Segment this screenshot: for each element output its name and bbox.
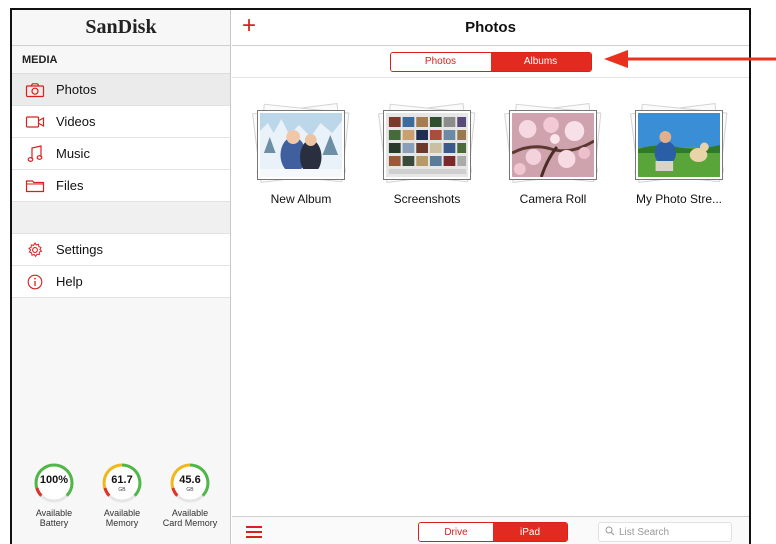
sidebar: SanDisk MEDIA Photos Videos Music Files (12, 10, 231, 544)
album-screenshots[interactable]: Screenshots (367, 103, 487, 206)
source-toggle: Drive iPad (418, 522, 568, 542)
music-note-icon (24, 144, 46, 163)
album-label: Screenshots (393, 192, 461, 206)
page-title: Photos (465, 19, 516, 36)
hamburger-menu-icon[interactable] (246, 526, 262, 538)
memory-unit: GB (118, 487, 126, 493)
annotation-arrow-icon (604, 50, 776, 68)
gear-icon (24, 241, 46, 259)
card-memory-value: 45.6 (179, 474, 201, 486)
card-memory-label: Available Card Memory (162, 508, 218, 528)
tab-albums[interactable]: Albums (490, 52, 591, 71)
album-my-photo-stream[interactable]: My Photo Stre... (619, 103, 739, 206)
sidebar-spacer (12, 202, 230, 234)
sidebar-item-files[interactable]: Files (12, 170, 230, 202)
tab-ipad[interactable]: iPad (493, 523, 567, 541)
sidebar-item-settings[interactable]: Settings (12, 234, 230, 266)
sidebar-item-videos[interactable]: Videos (12, 106, 230, 138)
sidebar-item-label: Help (56, 274, 83, 289)
sidebar-item-label: Music (56, 146, 90, 161)
album-label: Camera Roll (519, 192, 587, 206)
camera-icon (24, 81, 46, 99)
view-toggle: Photos Albums (389, 51, 592, 72)
sidebar-item-photos[interactable]: Photos (12, 74, 230, 106)
folder-icon (24, 177, 46, 195)
album-grid: New Album Screenshots Camera Roll My Pho… (232, 103, 749, 216)
album-thumbnail (378, 103, 476, 184)
sidebar-item-help[interactable]: Help (12, 266, 230, 298)
sidebar-item-label: Files (56, 178, 84, 193)
top-bar: + Photos (232, 10, 749, 46)
album-label: My Photo Stre... (635, 192, 723, 206)
battery-value: 100% (39, 474, 69, 486)
card-memory-unit: GB (186, 487, 194, 493)
search-icon (605, 526, 615, 539)
main-panel: + Photos Photos Albums New Album Screens… (232, 10, 749, 544)
storage-gauges: 100% Available Battery 61.7 GB Available M… (12, 462, 231, 544)
bottom-bar: Drive iPad List Search (232, 516, 749, 544)
search-placeholder: List Search (619, 526, 670, 538)
sidebar-item-label: Settings (56, 242, 103, 257)
battery-gauge: 100% Available Battery (24, 462, 84, 528)
sidebar-item-label: Photos (56, 82, 97, 97)
album-camera-roll[interactable]: Camera Roll (493, 103, 613, 206)
video-icon (24, 113, 46, 131)
tab-drive[interactable]: Drive (419, 523, 493, 541)
battery-label: Available Battery (35, 508, 73, 528)
sidebar-item-music[interactable]: Music (12, 138, 230, 170)
list-search-input[interactable]: List Search (598, 522, 732, 542)
memory-value: 61.7 (111, 474, 133, 486)
album-thumbnail (630, 103, 728, 184)
album-label: New Album (270, 192, 332, 206)
memory-gauge: 61.7 GB Available Memory (92, 462, 152, 528)
memory-label: Available Memory (103, 508, 141, 528)
album-thumbnail (252, 103, 350, 184)
card-memory-gauge: 45.6 GB Available Card Memory (160, 462, 220, 528)
plus-icon[interactable]: + (242, 14, 256, 38)
sidebar-item-label: Videos (56, 114, 96, 129)
app-window: SanDisk MEDIA Photos Videos Music Files (10, 8, 751, 544)
media-section-header: MEDIA (12, 46, 230, 74)
brand-logo: SanDisk (12, 10, 230, 46)
info-icon (24, 273, 46, 291)
album-thumbnail (504, 103, 602, 184)
album-new-album[interactable]: New Album (241, 103, 361, 206)
tab-photos[interactable]: Photos (390, 52, 491, 71)
